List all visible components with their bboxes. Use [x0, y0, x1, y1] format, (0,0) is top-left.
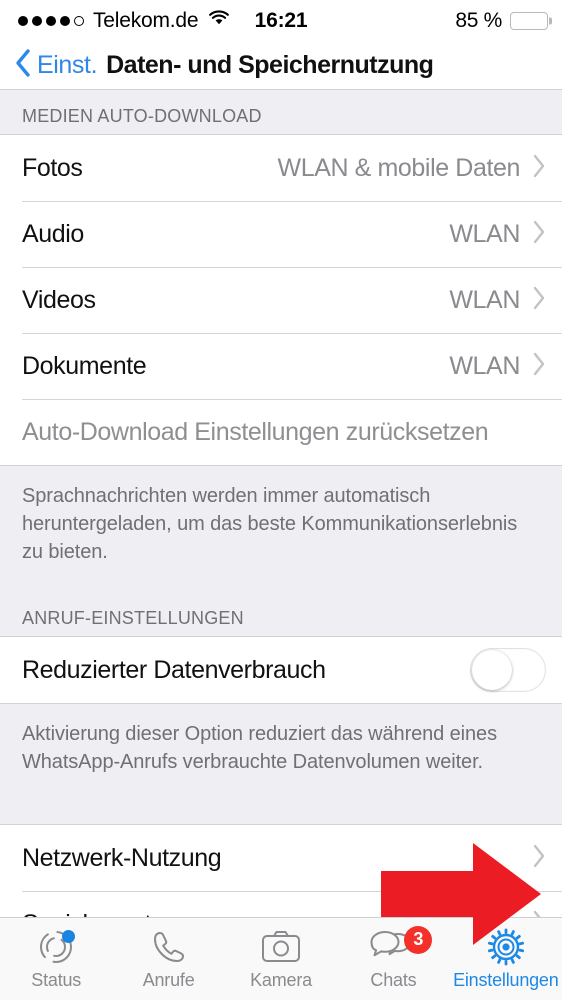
- row-accessory: [470, 648, 546, 692]
- status-bar: Telekom.de 16:21 85 %: [0, 0, 562, 42]
- row-audio[interactable]: Audio WLAN: [0, 201, 562, 267]
- tab-einstellungen[interactable]: Einstellungen: [450, 918, 562, 1000]
- row-accessory: [532, 844, 546, 873]
- page-title: Daten- und Speichernutzung: [106, 51, 434, 79]
- row-label: Videos: [22, 285, 96, 314]
- row-value: WLAN & mobile Daten: [277, 153, 521, 182]
- section-gap: [0, 802, 562, 824]
- tab-anrufe[interactable]: Anrufe: [112, 918, 224, 1000]
- tab-chats[interactable]: 3 Chats: [337, 918, 449, 1000]
- row-label: Dokumente: [22, 351, 147, 380]
- status-rings-icon: [36, 928, 76, 966]
- row-value: WLAN: [449, 285, 520, 314]
- signal-strength-icon: [18, 16, 84, 26]
- tab-status[interactable]: Status: [0, 918, 112, 1000]
- row-netzwerk-nutzung[interactable]: Netzwerk-Nutzung: [0, 825, 562, 891]
- reduced-data-usage-toggle[interactable]: [470, 648, 546, 692]
- row-label: Reduzierter Datenverbrauch: [22, 655, 326, 684]
- section-header-media: MEDIEN AUTO-DOWNLOAD: [0, 90, 562, 134]
- media-footer-text: Sprachnachrichten werden immer automatis…: [0, 466, 562, 592]
- row-dokumente[interactable]: Dokumente WLAN: [0, 333, 562, 399]
- battery-icon: [510, 12, 548, 30]
- chevron-right-icon: [532, 844, 546, 873]
- row-accessory: WLAN: [449, 286, 546, 315]
- tab-label: Einstellungen: [453, 969, 559, 990]
- calls-group: Reduzierter Datenverbrauch: [0, 636, 562, 704]
- chevron-right-icon: [532, 286, 546, 315]
- chevron-right-icon: [532, 220, 546, 249]
- row-fotos[interactable]: Fotos WLAN & mobile Daten: [0, 135, 562, 201]
- chat-bubbles-icon: 3: [370, 925, 433, 966]
- back-button[interactable]: Einst.: [14, 48, 98, 83]
- tab-label: Kamera: [250, 969, 312, 990]
- tab-label: Status: [31, 969, 82, 990]
- tab-kamera[interactable]: Kamera: [225, 918, 337, 1000]
- row-accessory: WLAN & mobile Daten: [278, 154, 547, 183]
- row-label: Netzwerk-Nutzung: [22, 843, 222, 872]
- tab-label: Chats: [370, 969, 417, 990]
- tab-bar: Status Anrufe Kamera 3 Chats Einstellung…: [0, 917, 562, 1000]
- status-bar-right: 85 %: [455, 9, 548, 33]
- chevron-left-icon: [14, 48, 32, 83]
- navigation-bar: Einst. Daten- und Speichernutzung: [0, 42, 562, 90]
- phone-screen: Telekom.de 16:21 85 % Einst. Daten- und …: [0, 0, 562, 1000]
- status-bar-left: Telekom.de: [18, 9, 231, 33]
- row-label: Fotos: [22, 153, 83, 182]
- reset-label: Auto-Download Einstellungen zurücksetzen: [22, 417, 489, 446]
- calls-footer-text: Aktivierung dieser Option reduziert das …: [0, 704, 562, 802]
- row-accessory: WLAN: [449, 220, 546, 249]
- row-videos[interactable]: Videos WLAN: [0, 267, 562, 333]
- camera-icon: [261, 928, 301, 966]
- back-label: Einst.: [37, 51, 98, 79]
- battery-percentage: 85 %: [455, 9, 502, 32]
- row-label: Audio: [22, 219, 84, 248]
- toggle-knob: [472, 650, 512, 690]
- row-value: WLAN: [449, 351, 520, 380]
- row-reduced-data-usage[interactable]: Reduzierter Datenverbrauch: [0, 637, 562, 703]
- media-group: Fotos WLAN & mobile Daten Audio WLAN Vid…: [0, 134, 562, 466]
- tab-label: Anrufe: [142, 969, 195, 990]
- row-accessory: WLAN: [449, 352, 546, 381]
- row-value: WLAN: [449, 219, 520, 248]
- chevron-right-icon: [532, 352, 546, 381]
- status-unread-dot: [62, 929, 76, 943]
- carrier-name: Telekom.de: [93, 9, 199, 32]
- gear-icon: [486, 928, 526, 966]
- wifi-icon: [207, 9, 231, 33]
- chats-unread-badge: 3: [404, 925, 433, 954]
- chevron-right-icon: [532, 154, 546, 183]
- phone-icon: [150, 928, 188, 966]
- section-header-calls: ANRUF-EINSTELLUNGEN: [0, 592, 562, 636]
- row-reset-auto-download[interactable]: Auto-Download Einstellungen zurücksetzen: [0, 399, 562, 465]
